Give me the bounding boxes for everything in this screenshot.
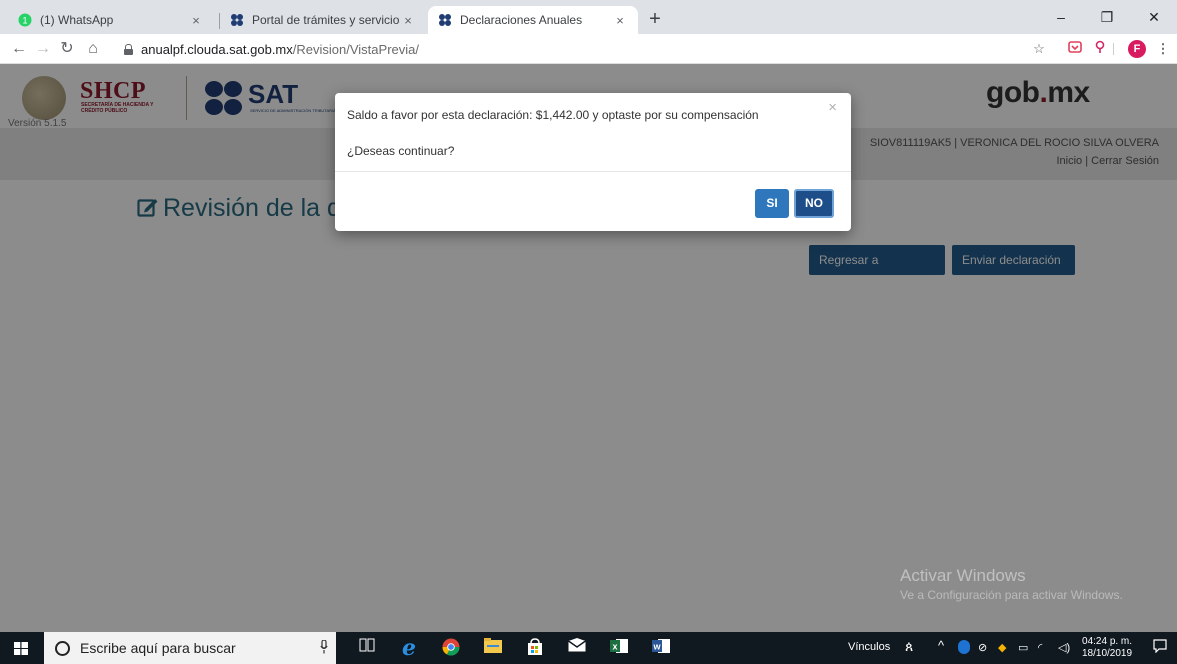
confirmation-dialog: Saldo a favor por esta declaración: $1,4…: [335, 93, 851, 231]
store-icon[interactable]: [524, 638, 546, 658]
notifications-icon[interactable]: [1153, 639, 1167, 656]
profile-avatar[interactable]: F: [1128, 40, 1146, 58]
activate-windows-hint: Ve a Configuración para activar Windows.: [900, 588, 1123, 602]
url-host: anualpf.clouda.sat.gob.mx: [141, 41, 293, 57]
restore-button[interactable]: ❐: [1084, 0, 1130, 34]
browser-tab-strip: 1 (1) WhatsApp × Portal de trámites y se…: [0, 0, 1177, 34]
window-close-button[interactable]: ✕: [1131, 0, 1177, 34]
network-icon[interactable]: ⊘: [978, 641, 987, 654]
people-icon[interactable]: ጰ: [905, 638, 913, 655]
tab-declaraciones[interactable]: Declaraciones Anuales ×: [428, 6, 638, 34]
word-icon[interactable]: w: [650, 638, 672, 658]
bookmark-star-icon[interactable]: ☆: [1030, 40, 1048, 58]
home-icon[interactable]: ⌂: [82, 38, 104, 60]
reload-icon[interactable]: ↻: [56, 38, 78, 60]
back-arrow-icon[interactable]: ←: [8, 38, 30, 60]
sat-icon: [439, 14, 451, 26]
minimize-button[interactable]: –: [1038, 0, 1084, 34]
lock-icon: [124, 43, 133, 55]
no-button[interactable]: NO: [794, 189, 834, 218]
new-tab-button[interactable]: +: [643, 8, 667, 32]
file-explorer-icon[interactable]: [482, 638, 504, 658]
edge-icon[interactable]: e: [398, 637, 420, 659]
pocket-extension-icon[interactable]: [1066, 40, 1084, 58]
svg-text:w: w: [652, 642, 661, 652]
tab-portal[interactable]: Portal de trámites y servicios - SA ×: [220, 6, 426, 34]
bluetooth-icon[interactable]: [958, 640, 970, 654]
tab-close-icon[interactable]: ×: [612, 13, 628, 28]
whatsapp-icon: 1: [18, 13, 32, 27]
mail-icon[interactable]: [566, 638, 588, 658]
tab-close-icon[interactable]: ×: [188, 13, 204, 28]
wifi-icon[interactable]: ◜: [1038, 641, 1042, 654]
battery-icon[interactable]: ▭: [1018, 641, 1028, 654]
tab-label: Portal de trámites y servicios - SA: [252, 13, 400, 27]
taskbar-clock[interactable]: 04:24 p. m. 18/10/2019: [1082, 636, 1132, 660]
defender-icon[interactable]: ◆: [998, 641, 1006, 654]
windows-taskbar: Escribe aquí para buscar e x w Vínculos …: [0, 632, 1177, 664]
url-path: /Revision/VistaPrevia/: [292, 41, 419, 57]
toolbar-divider: [1113, 43, 1114, 55]
tab-label: (1) WhatsApp: [40, 13, 114, 27]
clock-date: 18/10/2019: [1082, 648, 1133, 659]
svg-text:1: 1: [22, 16, 27, 26]
chrome-icon[interactable]: [440, 638, 462, 658]
forward-arrow-icon[interactable]: →: [32, 38, 54, 60]
task-view-icon[interactable]: [356, 638, 378, 658]
dialog-close-icon[interactable]: ×: [828, 99, 837, 116]
browser-toolbar: ← → ↻ ⌂ anualpf.clouda.sat.gob.mx/Revisi…: [0, 34, 1177, 64]
cortana-icon: [55, 640, 70, 656]
search-placeholder: Escribe aquí para buscar: [80, 640, 236, 656]
taskbar-search-box[interactable]: Escribe aquí para buscar: [44, 632, 336, 664]
vinculos-toolbar[interactable]: Vínculos: [848, 641, 890, 653]
search-extension-icon[interactable]: [1092, 40, 1110, 58]
tab-close-icon[interactable]: ×: [400, 13, 416, 28]
excel-icon[interactable]: x: [608, 638, 630, 658]
svg-text:x: x: [612, 642, 617, 652]
microphone-icon[interactable]: [320, 640, 328, 654]
dialog-message: Saldo a favor por esta declaración: $1,4…: [347, 108, 759, 122]
menu-kebab-icon[interactable]: ⋮: [1154, 40, 1172, 58]
address-bar[interactable]: anualpf.clouda.sat.gob.mx/Revision/Vista…: [124, 37, 1044, 61]
activate-windows-watermark: Activar Windows: [900, 566, 1026, 585]
si-button[interactable]: SI: [755, 189, 789, 218]
chevron-up-icon[interactable]: ^: [938, 638, 944, 653]
clock-time: 04:24 p. m.: [1082, 636, 1133, 647]
windows-start-icon[interactable]: [14, 642, 28, 655]
tab-whatsapp[interactable]: 1 (1) WhatsApp ×: [8, 6, 214, 34]
sat-icon: [231, 14, 243, 26]
dialog-divider: [335, 171, 851, 172]
tab-label: Declaraciones Anuales: [460, 13, 583, 27]
volume-icon[interactable]: ◁): [1058, 641, 1070, 654]
dialog-question: ¿Deseas continuar?: [347, 144, 455, 158]
